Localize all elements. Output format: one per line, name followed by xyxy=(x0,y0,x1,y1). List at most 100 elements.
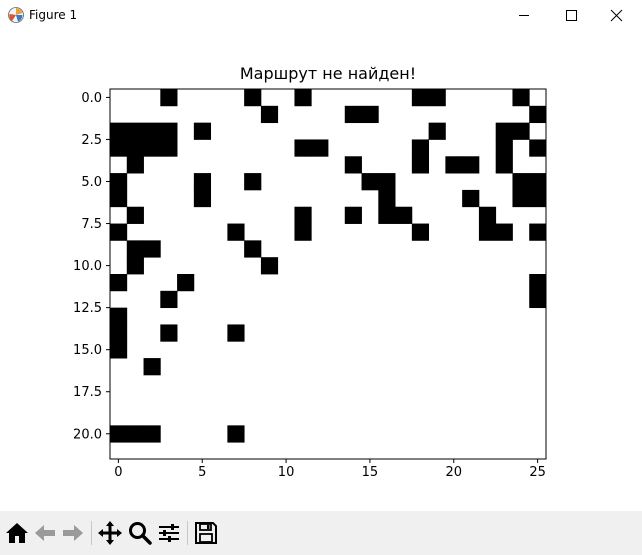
heatmap-cell xyxy=(378,189,396,208)
heatmap-cell xyxy=(193,173,212,191)
matplotlib-icon xyxy=(8,7,24,23)
heatmap-cell xyxy=(126,139,144,157)
heatmap-cell xyxy=(529,105,547,124)
heatmap-cell xyxy=(160,324,178,342)
back-button[interactable] xyxy=(31,519,59,547)
heatmap-cell xyxy=(110,274,128,292)
window-titlebar: Figure 1 xyxy=(0,0,642,31)
heatmap-cell xyxy=(445,156,463,174)
heatmap-cell xyxy=(311,139,329,157)
heatmap-cell xyxy=(110,307,128,325)
forward-button[interactable] xyxy=(59,519,87,547)
heatmap-cell xyxy=(344,156,362,174)
heatmap-cell xyxy=(378,173,396,191)
heatmap-cell xyxy=(428,122,446,140)
heatmap-cell xyxy=(227,223,245,241)
heatmap-cell xyxy=(126,156,144,174)
heatmap-cell xyxy=(110,139,128,157)
x-tick-label: 25 xyxy=(529,465,546,480)
heatmap-cell xyxy=(143,358,161,376)
heatmap-cell xyxy=(160,290,178,309)
heatmap-cell xyxy=(110,324,128,342)
heatmap-cell xyxy=(227,324,245,342)
save-button[interactable] xyxy=(192,519,220,547)
y-tick-label: 7.5 xyxy=(81,217,102,232)
configure-subplots-button[interactable] xyxy=(155,519,183,547)
maximize-button[interactable] xyxy=(548,0,594,31)
heatmap-cell xyxy=(294,89,312,107)
zoom-icon xyxy=(129,522,152,545)
heatmap-cell xyxy=(462,189,480,208)
heatmap-cell xyxy=(411,89,430,107)
sliders-icon xyxy=(159,524,179,542)
heatmap-cell xyxy=(411,156,430,174)
pan-button[interactable] xyxy=(96,519,124,547)
heatmap-cell xyxy=(529,189,547,208)
y-tick-label: 5.0 xyxy=(81,175,102,190)
move-icon xyxy=(98,521,122,545)
heatmap-cell xyxy=(110,341,128,359)
heatmap-cell xyxy=(244,240,262,258)
heatmap-cell xyxy=(294,206,312,224)
y-tick-label: 20.0 xyxy=(73,427,102,442)
heatmap-cell xyxy=(143,425,161,443)
heatmap-cell xyxy=(478,206,497,224)
heatmap-cell xyxy=(244,89,262,107)
heatmap-cell xyxy=(143,122,161,140)
close-icon xyxy=(610,9,623,22)
y-tick-label: 2.5 xyxy=(81,133,102,148)
y-tick-label: 10.0 xyxy=(73,259,102,274)
x-tick-label: 10 xyxy=(278,465,295,480)
toolbar-separator xyxy=(187,521,188,545)
x-tick-label: 15 xyxy=(362,465,379,480)
heatmap-cell xyxy=(361,173,379,191)
heatmap-cell xyxy=(411,139,430,157)
y-tick-label: 17.5 xyxy=(73,385,102,400)
heatmap-cell xyxy=(428,89,446,107)
save-icon xyxy=(195,522,217,544)
chart-title: Маршрут не найден! xyxy=(239,64,417,83)
heatmap-cell xyxy=(495,223,513,241)
heatmap-cell xyxy=(395,206,413,224)
zoom-button[interactable] xyxy=(126,519,154,547)
heatmap-cell xyxy=(495,139,513,157)
heatmap-chart: 0 5 10 15 20 25 0.0 2.5 5.0 7.5 10.0 12.5 15.0 17.5 20… xyxy=(73,88,547,480)
home-button[interactable] xyxy=(3,519,31,547)
heatmap-cell xyxy=(160,139,178,157)
x-tick-label: 5 xyxy=(198,465,206,480)
heatmap-cell xyxy=(512,122,530,140)
x-tick-label: 20 xyxy=(445,465,462,480)
heatmap-cell xyxy=(160,89,178,107)
heatmap-cell xyxy=(512,89,530,107)
heatmap-cell xyxy=(411,223,430,241)
heatmap-cell xyxy=(126,206,144,224)
heatmap-cell xyxy=(110,223,128,241)
x-tick-label: 0 xyxy=(114,465,122,480)
heatmap-cell xyxy=(126,425,144,443)
heatmap-cell xyxy=(260,257,279,275)
heatmap-cell xyxy=(110,173,128,191)
heatmap-cell xyxy=(126,257,144,275)
y-tick-label: 15.0 xyxy=(73,343,102,358)
navigation-toolbar xyxy=(0,511,642,555)
heatmap-cell xyxy=(177,274,195,292)
heatmap-cell xyxy=(529,290,547,309)
heatmap-cell xyxy=(512,173,530,191)
heatmap-cell xyxy=(126,240,144,258)
heatmap-cell xyxy=(143,240,161,258)
heatmap-cell xyxy=(294,223,312,241)
heatmap-cell xyxy=(478,223,497,241)
figure-canvas: 0 5 10 15 20 25 0.0 2.5 5.0 7.5 10.0 12.5 15.0 17.5 20… xyxy=(0,31,642,510)
heatmap-cell xyxy=(529,139,547,157)
y-tick-label: 12.5 xyxy=(73,301,102,316)
heatmap-cell xyxy=(110,122,128,140)
heatmap-cell xyxy=(244,173,262,191)
minimize-button[interactable] xyxy=(501,0,547,31)
heatmap-cell xyxy=(193,189,212,208)
heatmap-cell xyxy=(143,139,161,157)
heatmap-cell xyxy=(260,105,279,124)
heatmap-cell xyxy=(344,105,362,124)
heatmap-cell xyxy=(193,122,212,140)
home-icon xyxy=(6,523,28,543)
close-button[interactable] xyxy=(594,0,640,31)
